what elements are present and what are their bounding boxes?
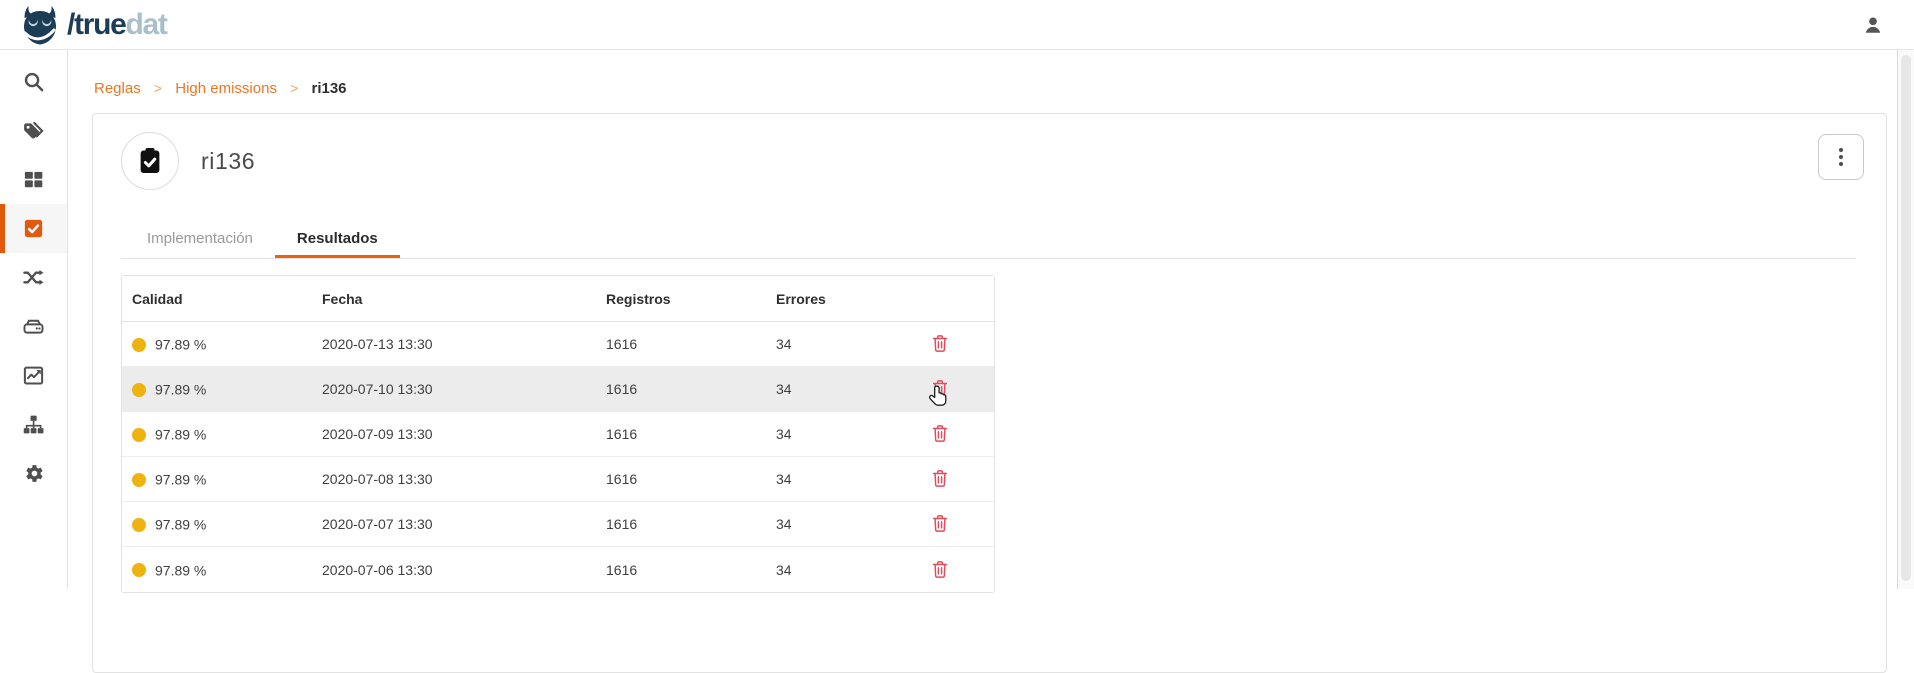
table-row[interactable]: 97.89 % 2020-07-08 13:30 1616 34	[122, 457, 994, 502]
trash-icon	[932, 431, 948, 446]
records-count: 1616	[596, 412, 766, 457]
delete-result-button[interactable]	[928, 467, 952, 490]
main-content: Reglas > High emissions > ri136 ri136	[68, 50, 1897, 589]
user-menu-button[interactable]	[1862, 14, 1884, 36]
truedat-logo[interactable]: /truedat	[20, 5, 167, 45]
tags-icon	[22, 119, 45, 142]
execution-date: 2020-07-13 13:30	[312, 322, 596, 367]
table-row[interactable]: 97.89 % 2020-07-06 13:30 1616 34	[122, 547, 994, 592]
execution-date: 2020-07-08 13:30	[312, 457, 596, 502]
tab-resultados[interactable]: Resultados	[275, 220, 400, 258]
table-row[interactable]: 97.89 % 2020-07-07 13:30 1616 34	[122, 502, 994, 547]
quality-status-dot	[132, 473, 146, 487]
breadcrumb-current: ri136	[311, 80, 346, 97]
execution-date: 2020-07-09 13:30	[312, 412, 596, 457]
trash-icon	[932, 386, 948, 401]
sidebar-item-charts[interactable]	[0, 351, 67, 400]
quality-status-dot	[132, 518, 146, 532]
column-header-registros: Registros	[596, 276, 766, 322]
quality-status-dot	[132, 383, 146, 397]
table-row[interactable]: 97.89 % 2020-07-13 13:30 1616 34	[122, 322, 994, 367]
results-table: Calidad Fecha Registros Errores 97.89 % …	[121, 275, 995, 593]
sidebar-item-sitemap[interactable]	[0, 400, 67, 449]
tabs: Implementación Resultados	[121, 220, 1856, 259]
delete-result-button[interactable]	[928, 377, 952, 400]
sidebar-item-tags[interactable]	[0, 106, 67, 155]
kebab-menu-icon	[1839, 148, 1843, 166]
breadcrumb-separator: >	[290, 80, 298, 96]
sitemap-icon	[22, 413, 45, 436]
delete-result-button[interactable]	[928, 422, 952, 445]
grid-icon	[22, 168, 45, 191]
clipboard-check-icon	[121, 132, 179, 190]
app-root: /truedat	[0, 0, 1914, 589]
errors-count: 34	[766, 412, 918, 457]
rule-title: ri136	[201, 148, 255, 175]
column-header-fecha: Fecha	[312, 276, 596, 322]
drawer-icon	[22, 315, 45, 338]
rule-card-header: ri136	[121, 132, 1856, 190]
errors-count: 34	[766, 547, 918, 592]
sidebar-item-rules[interactable]	[0, 204, 67, 253]
rule-card: ri136 Implementación Resultados Calidad …	[92, 113, 1887, 673]
check-square-icon	[22, 217, 45, 240]
scrollbar-thumb[interactable]	[1901, 55, 1911, 581]
records-count: 1616	[596, 457, 766, 502]
table-header-row: Calidad Fecha Registros Errores	[122, 276, 994, 322]
app-header: /truedat	[0, 0, 1914, 50]
sidebar-item-settings[interactable]	[0, 449, 67, 498]
table-row[interactable]: 97.89 % 2020-07-09 13:30 1616 34	[122, 412, 994, 457]
execution-date: 2020-07-07 13:30	[312, 502, 596, 547]
delete-result-button[interactable]	[928, 512, 952, 535]
quality-status-dot	[132, 338, 146, 352]
errors-count: 34	[766, 457, 918, 502]
breadcrumb-link-reglas[interactable]: Reglas	[94, 80, 141, 97]
tab-implementacion[interactable]: Implementación	[125, 220, 275, 258]
shuffle-icon	[22, 266, 45, 289]
sidebar-item-search[interactable]	[0, 57, 67, 106]
records-count: 1616	[596, 367, 766, 412]
sidebar-item-grid[interactable]	[0, 155, 67, 204]
logo-text: /truedat	[67, 10, 167, 40]
breadcrumb-link-high-emissions[interactable]: High emissions	[175, 80, 277, 97]
records-count: 1616	[596, 502, 766, 547]
column-header-calidad: Calidad	[122, 276, 312, 322]
execution-date: 2020-07-06 13:30	[312, 547, 596, 592]
errors-count: 34	[766, 367, 918, 412]
vertical-scrollbar[interactable]	[1897, 50, 1914, 589]
column-header-actions	[918, 276, 994, 322]
delete-result-button[interactable]	[928, 332, 952, 355]
delete-result-button[interactable]	[928, 558, 952, 581]
trash-icon	[932, 567, 948, 582]
search-icon	[22, 70, 45, 93]
quality-status-dot	[132, 563, 146, 577]
quality-value: 97.89 %	[155, 382, 206, 398]
quality-value: 97.89 %	[155, 427, 206, 443]
errors-count: 34	[766, 322, 918, 367]
trash-icon	[932, 521, 948, 536]
gear-icon	[22, 462, 45, 485]
errors-count: 34	[766, 502, 918, 547]
execution-date: 2020-07-10 13:30	[312, 367, 596, 412]
breadcrumb: Reglas > High emissions > ri136	[92, 80, 1887, 97]
records-count: 1616	[596, 547, 766, 592]
user-icon	[1862, 24, 1884, 39]
sidebar	[0, 50, 68, 589]
trash-icon	[932, 341, 948, 356]
quality-value: 97.89 %	[155, 517, 206, 533]
quality-value: 97.89 %	[155, 562, 206, 578]
records-count: 1616	[596, 322, 766, 367]
breadcrumb-separator: >	[154, 80, 162, 96]
quality-value: 97.89 %	[155, 472, 206, 488]
sidebar-item-drawer[interactable]	[0, 302, 67, 351]
more-options-button[interactable]	[1818, 134, 1864, 180]
quality-value: 97.89 %	[155, 337, 206, 353]
owl-logo-icon	[20, 5, 60, 45]
chart-line-icon	[22, 364, 45, 387]
table-row[interactable]: 97.89 % 2020-07-10 13:30 1616 34	[122, 367, 994, 412]
sidebar-item-shuffle[interactable]	[0, 253, 67, 302]
quality-status-dot	[132, 428, 146, 442]
column-header-errores: Errores	[766, 276, 918, 322]
trash-icon	[932, 476, 948, 491]
